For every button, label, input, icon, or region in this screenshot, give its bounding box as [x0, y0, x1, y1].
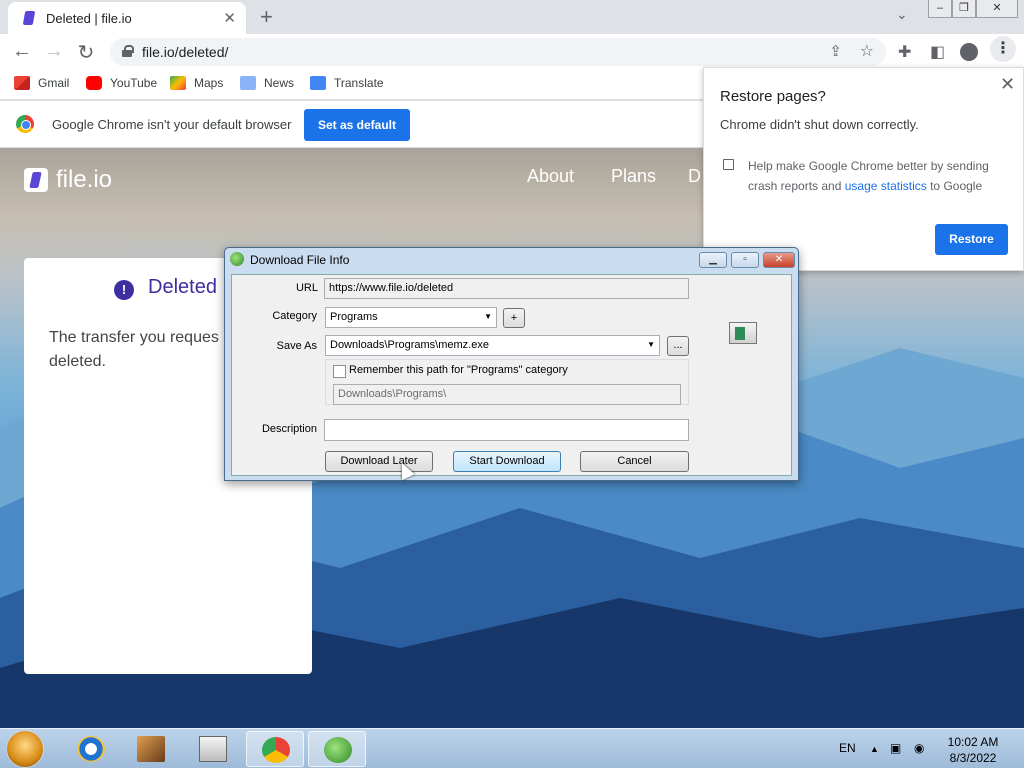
dialog-titlebar[interactable]: Download File Info ▁ ▫ ✕ — [225, 248, 798, 272]
taskbar-idm[interactable] — [308, 731, 366, 767]
lock-icon[interactable] — [122, 45, 134, 57]
bookmark-youtube[interactable]: YouTube — [86, 76, 157, 90]
description-label: Description — [261, 423, 317, 435]
bookmark-translate[interactable]: Translate — [310, 76, 384, 90]
fileio-favicon-icon — [22, 11, 36, 25]
set-as-default-button[interactable]: Set as default — [304, 109, 410, 141]
close-icon[interactable]: ✕ — [1000, 74, 1015, 95]
download-later-button[interactable]: Download Later — [325, 451, 433, 472]
idm-icon — [324, 737, 352, 763]
tab-title: Deleted | file.io — [46, 10, 132, 26]
browser-tab[interactable]: Deleted | file.io ✕ — [8, 2, 246, 34]
start-download-button[interactable]: Start Download — [453, 451, 561, 472]
usage-statistics-link[interactable]: usage statistics — [845, 179, 927, 193]
bookmark-gmail[interactable]: Gmail — [14, 76, 69, 90]
taskbar-chrome[interactable] — [246, 731, 304, 767]
dialog-minimize-button[interactable]: ▁ — [699, 252, 727, 268]
chrome-icon — [262, 737, 290, 763]
start-button[interactable] — [6, 730, 44, 768]
extensions-puzzle-icon[interactable]: ✚ — [898, 42, 911, 62]
crash-report-checkbox[interactable] — [723, 159, 734, 170]
bookmark-star-icon[interactable]: ☆ — [860, 41, 874, 61]
url-label: URL — [295, 282, 318, 294]
idm-app-icon — [230, 252, 244, 266]
gmail-icon — [14, 76, 30, 90]
back-arrow-icon[interactable]: ← — [10, 40, 34, 63]
bookmark-maps[interactable]: Maps — [170, 76, 223, 90]
url-field[interactable]: https://www.file.io/deleted — [324, 278, 689, 299]
forward-arrow-icon[interactable]: → — [42, 40, 66, 63]
window-close-button[interactable]: ✕ — [976, 0, 1018, 18]
network-icon[interactable]: ▣ — [890, 741, 901, 755]
dialog-client-area: URL https://www.file.io/deleted Category… — [231, 274, 792, 476]
save-as-select[interactable]: Downloads\Programs\memz.exe — [325, 335, 660, 356]
youtube-icon — [86, 76, 102, 90]
share-icon[interactable]: ⇪ — [829, 42, 842, 60]
windows-taskbar: EN ▲ ▣ ◉ 10:02 AM 8/3/2022 — [0, 728, 1024, 768]
clock[interactable]: 10:02 AM 8/3/2022 — [934, 734, 1012, 766]
restore-pages-popup: Restore pages? ✕ Chrome didn't shut down… — [703, 67, 1024, 271]
card-heading: Deleted — [148, 276, 217, 298]
new-tab-button[interactable]: + — [260, 4, 273, 30]
chrome-logo-icon — [16, 115, 34, 133]
address-bar[interactable]: file.io/deleted/ ⇪ ☆ — [110, 38, 886, 66]
crash-report-label: Help make Google Chrome better by sendin… — [748, 159, 989, 193]
save-as-label: Save As — [276, 340, 317, 352]
volume-icon[interactable]: ◉ — [914, 741, 924, 755]
category-label: Category — [272, 310, 317, 322]
maps-icon — [170, 76, 186, 90]
nav-partial[interactable]: D — [688, 166, 701, 187]
clock-time: 10:02 AM — [947, 735, 999, 749]
tab-search-chevron-icon[interactable]: ⌄ — [896, 6, 908, 23]
browser-toolbar: ← → ↻ file.io/deleted/ ⇪ ☆ ✚ ◧ ⋮ — [0, 34, 1024, 70]
tab-strip: Deleted | file.io ✕ + ⌄ ‒ ❐ ✕ — [0, 0, 1024, 34]
address-url[interactable]: file.io/deleted/ — [142, 44, 228, 60]
nav-plans[interactable]: Plans — [611, 166, 656, 187]
remember-path-group: Remember this path for "Programs" catego… — [325, 359, 689, 405]
dialog-maximize-button[interactable]: ▫ — [731, 252, 759, 268]
browse-button[interactable]: ... — [667, 336, 689, 356]
internet-explorer-icon — [77, 736, 105, 762]
fileio-logo[interactable]: file.io — [24, 166, 112, 194]
clock-date: 8/3/2022 — [949, 751, 997, 765]
nav-about[interactable]: About — [527, 166, 574, 187]
save-location-icon[interactable] — [729, 322, 757, 344]
reload-icon[interactable]: ↻ — [74, 40, 98, 65]
remember-path-field: Downloads\Programs\ — [333, 384, 681, 405]
dialog-title: Download File Info — [250, 253, 350, 267]
description-field[interactable] — [324, 419, 689, 441]
taskbar-ie[interactable] — [62, 731, 120, 767]
translate-icon — [310, 76, 326, 90]
media-icon — [137, 736, 165, 762]
profile-avatar[interactable] — [960, 43, 978, 61]
infobar-message: Google Chrome isn't your default browser — [52, 117, 292, 132]
add-category-button[interactable]: + — [503, 308, 525, 328]
exclamation-icon: ! — [114, 280, 134, 300]
window-restore-button[interactable]: ❐ — [952, 0, 976, 18]
dialog-close-button[interactable]: ✕ — [763, 252, 795, 268]
restore-button[interactable]: Restore — [935, 224, 1008, 255]
side-panel-icon[interactable]: ◧ — [930, 42, 945, 62]
remember-path-checkbox[interactable] — [333, 365, 346, 378]
restore-subtitle: Chrome didn't shut down correctly. — [720, 117, 919, 132]
window-minimize-button[interactable]: ‒ — [928, 0, 952, 18]
show-hidden-icons-icon[interactable]: ▲ — [870, 744, 879, 754]
category-select[interactable]: Programs — [325, 307, 497, 328]
bookmark-news[interactable]: News — [240, 76, 294, 90]
news-icon — [240, 76, 256, 90]
restore-title: Restore pages? — [720, 88, 826, 105]
taskbar-media-player[interactable] — [184, 731, 242, 767]
language-indicator[interactable]: EN — [839, 741, 856, 755]
media-player-icon — [199, 736, 227, 762]
remember-path-label: Remember this path for "Programs" catego… — [349, 364, 568, 376]
taskbar-media[interactable] — [122, 731, 180, 767]
cancel-button[interactable]: Cancel — [580, 451, 689, 472]
chrome-menu-icon[interactable]: ⋮ — [990, 36, 1016, 62]
fileio-logo-icon — [24, 168, 48, 192]
tab-close-icon[interactable]: ✕ — [223, 9, 236, 27]
download-file-info-dialog: Download File Info ▁ ▫ ✕ URL https://www… — [224, 247, 799, 481]
